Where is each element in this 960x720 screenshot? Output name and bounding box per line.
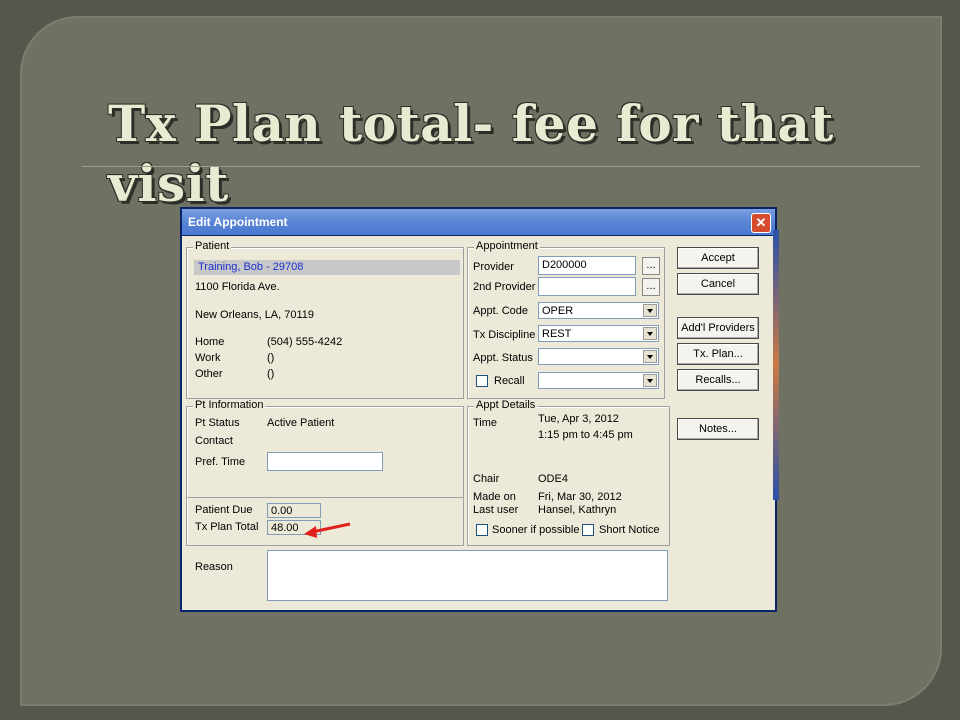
appt-details-group: Appt Details Time Tue, Apr 3, 2012 1:15 … (467, 399, 670, 546)
chair-label: Chair (473, 473, 500, 485)
appointment-legend: Appointment (474, 240, 540, 252)
recalls-button[interactable]: Recalls... (677, 369, 759, 391)
notes-button[interactable]: Notes... (677, 418, 759, 440)
time-date: Tue, Apr 3, 2012 (538, 413, 619, 425)
slide-title: Tx Plan total- fee for that visit (108, 94, 834, 213)
tx-discipline-label: Tx Discipline (473, 329, 536, 341)
close-icon[interactable]: ✕ (751, 213, 771, 233)
home-phone-value: (504) 555-4242 (267, 336, 343, 348)
patient-due-label: Patient Due (195, 504, 253, 516)
edit-appointment-dialog: Edit Appointment ✕ Patient Training, Bob… (180, 207, 777, 612)
made-on-value: Fri, Mar 30, 2012 (538, 491, 622, 503)
chevron-down-icon[interactable] (643, 350, 657, 363)
reason-label: Reason (195, 561, 233, 573)
tx-plan-button[interactable]: Tx. Plan... (677, 343, 759, 365)
appt-status-select[interactable] (538, 348, 659, 365)
appt-details-legend: Appt Details (474, 399, 538, 411)
pref-time-label: Pref. Time (195, 456, 246, 468)
time-range: 1:15 pm to 4:45 pm (538, 429, 633, 441)
patient-address2: New Orleans, LA, 70119 (195, 309, 315, 321)
made-on-label: Made on (473, 491, 516, 503)
patient-address1: 1100 Florida Ave. (195, 281, 280, 293)
appt-code-value: OPER (542, 305, 574, 317)
pt-info-divider (187, 497, 463, 498)
chevron-down-icon[interactable] (643, 327, 657, 340)
pt-status-value: Active Patient (267, 417, 335, 429)
title-divider (82, 166, 920, 167)
chevron-down-icon[interactable] (643, 304, 657, 317)
time-label: Time (473, 417, 498, 429)
reason-textarea[interactable] (267, 550, 668, 601)
pt-status-label: Pt Status (195, 417, 240, 429)
tx-discipline-value: REST (542, 328, 572, 340)
patient-legend: Patient (193, 240, 232, 252)
work-phone-value: () (267, 352, 275, 364)
dialog-titlebar[interactable]: Edit Appointment ✕ (182, 209, 775, 235)
recall-select[interactable] (538, 372, 659, 389)
appt-code-select[interactable]: OPER (538, 302, 659, 319)
short-notice-checkbox[interactable] (582, 524, 594, 536)
appt-code-label: Appt. Code (473, 305, 529, 317)
chair-value: ODE4 (538, 473, 568, 485)
cancel-button[interactable]: Cancel (677, 273, 759, 295)
contact-label: Contact (195, 435, 233, 447)
window-edge-strip (773, 230, 779, 500)
patient-name[interactable]: Training, Bob - 29708 (194, 260, 460, 275)
home-phone-label: Home (195, 336, 225, 348)
last-user-label: Last user (473, 504, 519, 516)
provider-label: Provider (473, 261, 514, 273)
provider-input[interactable]: D200000 (538, 256, 636, 275)
tx-discipline-select[interactable]: REST (538, 325, 659, 342)
pt-information-legend: Pt Information (193, 399, 266, 411)
second-provider-lookup-button[interactable]: ... (642, 278, 660, 296)
add-providers-button[interactable]: Add'l Providers (677, 317, 759, 339)
patient-due-value: 0.00 (267, 503, 321, 518)
pref-time-input[interactable] (267, 452, 383, 471)
other-phone-label: Other (195, 368, 223, 380)
recall-checkbox[interactable] (476, 375, 488, 387)
dialog-body: Patient Training, Bob - 29708 1100 Flori… (182, 236, 775, 610)
other-phone-value: () (267, 368, 275, 380)
provider-lookup-button[interactable]: ... (642, 257, 660, 275)
patient-group: Patient Training, Bob - 29708 1100 Flori… (186, 240, 464, 399)
sooner-label: Sooner if possible (492, 524, 580, 536)
dialog-title: Edit Appointment (188, 215, 288, 229)
last-user-value: Hansel, Kathryn (538, 504, 617, 516)
chevron-down-icon[interactable] (643, 374, 657, 387)
sooner-checkbox[interactable] (476, 524, 488, 536)
recall-label: Recall (494, 375, 525, 387)
second-provider-label: 2nd Provider (473, 281, 536, 293)
second-provider-input[interactable] (538, 277, 636, 296)
short-notice-label: Short Notice (599, 524, 660, 536)
appointment-group: Appointment Provider D200000 ... 2nd Pro… (467, 240, 665, 399)
work-phone-label: Work (195, 352, 221, 364)
annotation-arrow-icon (304, 522, 351, 538)
tx-plan-total-label: Tx Plan Total (195, 521, 259, 533)
accept-button[interactable]: Accept (677, 247, 759, 269)
appt-status-label: Appt. Status (473, 352, 533, 364)
